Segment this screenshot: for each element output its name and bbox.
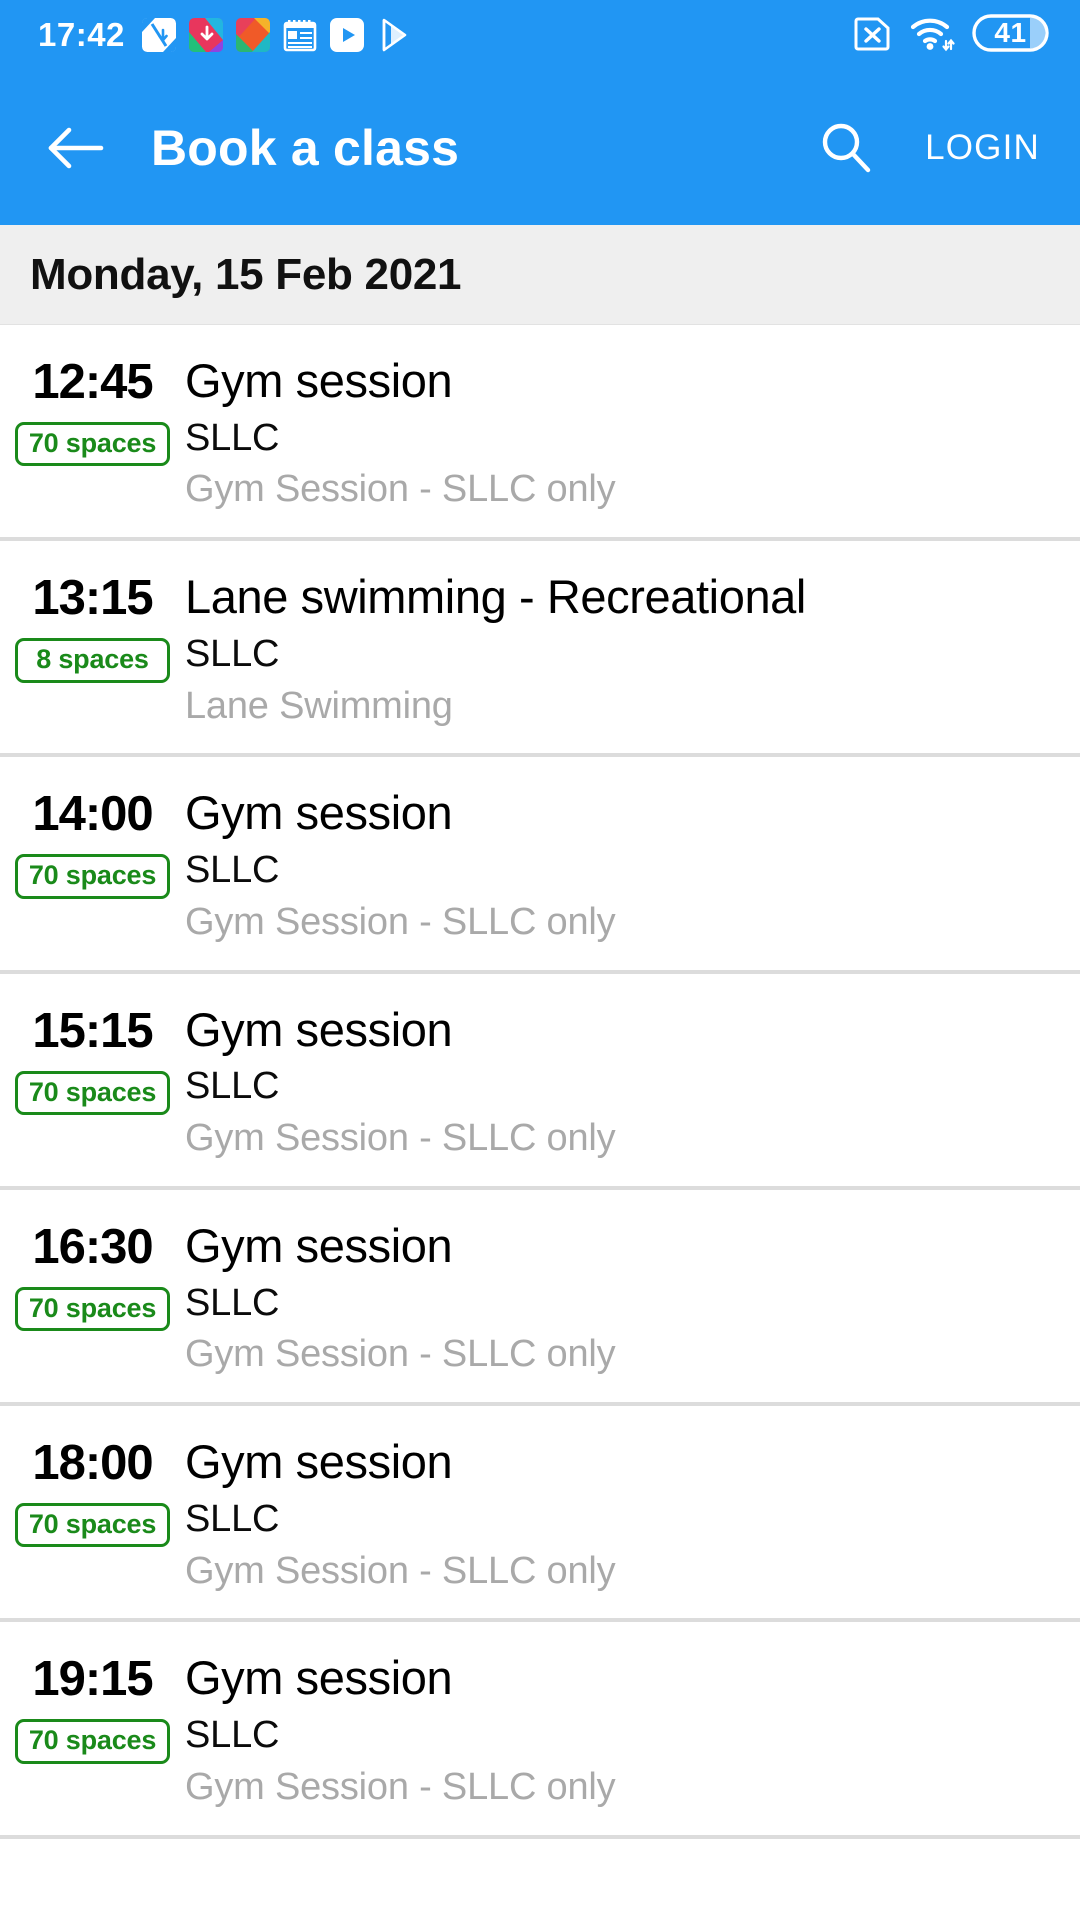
- class-time: 14:00: [32, 787, 153, 842]
- class-row-right: Gym session SLLC Gym Session - SLLC only: [185, 1002, 1060, 1160]
- status-clock: 17:42: [38, 16, 125, 53]
- class-title: Lane swimming - Recreational: [185, 570, 806, 624]
- class-row-right: Gym session SLLC Gym Session - SLLC only: [185, 1218, 1060, 1376]
- play-store-icon: [377, 18, 411, 52]
- class-time: 18:00: [32, 1436, 153, 1491]
- class-description: Gym Session - SLLC only: [185, 1333, 616, 1376]
- date-section-header: Monday, 15 Feb 2021: [0, 225, 1080, 325]
- class-row-left: 15:15 70 spaces: [0, 1004, 185, 1115]
- status-bar-left: 17:42: [38, 16, 411, 54]
- spaces-badge: 70 spaces: [15, 1503, 170, 1548]
- class-row-right: Gym session SLLC Gym Session - SLLC only: [185, 787, 1060, 943]
- spaces-badge: 70 spaces: [15, 1719, 170, 1764]
- status-bar: 17:42 41: [0, 0, 1080, 70]
- class-venue: SLLC: [185, 1497, 280, 1540]
- class-list: 12:45 70 spaces Gym session SLLC Gym Session…: [0, 325, 1080, 1920]
- class-description: Lane Swimming: [185, 684, 453, 727]
- download-manager-icon: [141, 18, 176, 52]
- file-transfer-icon: [188, 18, 223, 52]
- class-row-left: 18:00 70 spaces: [0, 1436, 185, 1548]
- back-button[interactable]: [44, 117, 106, 179]
- date-label: Monday, 15 Feb 2021: [30, 249, 462, 299]
- class-venue: SLLC: [185, 849, 280, 892]
- class-row-left: 12:45 70 spaces: [0, 355, 185, 467]
- class-description: Gym Session - SLLC only: [185, 1765, 616, 1808]
- class-title: Gym session: [185, 1435, 453, 1489]
- wifi-icon: [909, 13, 955, 58]
- class-row[interactable]: 13:15 8 spaces Lane swimming - Recreationa…: [0, 541, 1080, 758]
- battery-level-label: 41: [994, 16, 1027, 48]
- no-sim-icon: [854, 13, 892, 58]
- class-row-right: Gym session SLLC Gym Session - SLLC only: [185, 1435, 1060, 1592]
- search-icon: [822, 123, 871, 172]
- app-bar: Book a class LOGIN: [0, 70, 1080, 225]
- class-row-left: 13:15 8 spaces: [0, 571, 185, 683]
- search-button[interactable]: [810, 113, 880, 183]
- class-row-left: 19:15 70 spaces: [0, 1652, 185, 1764]
- spaces-badge: 8 spaces: [15, 638, 170, 683]
- class-title: Gym session: [185, 1651, 453, 1705]
- class-row-left: 14:00 70 spaces: [0, 787, 185, 899]
- battery-icon: 41: [972, 12, 1054, 59]
- class-row[interactable]: 14:00 70 spaces Gym session SLLC Gym Session…: [0, 757, 1080, 974]
- class-description: Gym Session - SLLC only: [185, 468, 616, 511]
- class-row[interactable]: 15:15 70 spaces Gym session SLLC Gym Session…: [0, 973, 1080, 1190]
- gallery-icon: [235, 18, 270, 52]
- youtube-icon: [329, 18, 364, 52]
- class-title: Gym session: [185, 1218, 453, 1272]
- login-button[interactable]: LOGIN: [925, 128, 1040, 168]
- spaces-badge: 70 spaces: [15, 1070, 170, 1115]
- page-title: Book a class: [151, 119, 460, 176]
- class-row[interactable]: 18:00 70 spaces Gym session SLLC Gym Session…: [0, 1406, 1080, 1623]
- class-row-right: Gym session SLLC Gym Session - SLLC only: [185, 354, 1060, 511]
- class-description: Gym Session - SLLC only: [185, 1549, 616, 1592]
- class-venue: SLLC: [185, 1713, 280, 1756]
- class-venue: SLLC: [185, 416, 280, 459]
- class-time: 13:15: [32, 571, 153, 626]
- class-title: Gym session: [185, 354, 453, 407]
- spaces-badge: 70 spaces: [15, 1286, 170, 1332]
- class-venue: SLLC: [185, 1281, 280, 1324]
- class-description: Gym Session - SLLC only: [185, 1117, 616, 1160]
- class-venue: SLLC: [185, 632, 280, 675]
- spaces-badge: 70 spaces: [15, 421, 170, 467]
- class-title: Gym session: [185, 1002, 453, 1056]
- class-row-right: Lane swimming - Recreational SLLC Lane Swi…: [185, 571, 1060, 727]
- class-row[interactable]: 12:45 70 spaces Gym session SLLC Gym Session…: [0, 325, 1080, 542]
- class-row-left: 16:30 70 spaces: [0, 1219, 185, 1332]
- back-arrow-icon: [48, 127, 104, 168]
- class-time: 19:15: [32, 1652, 153, 1707]
- status-bar-right: 41: [854, 12, 1054, 59]
- spaces-badge: 70 spaces: [15, 854, 170, 899]
- class-time: 15:15: [32, 1003, 153, 1058]
- class-row-right: Gym session SLLC Gym Session - SLLC only: [185, 1652, 1060, 1808]
- class-title: Gym session: [185, 786, 453, 840]
- class-row[interactable]: 16:30 70 spaces Gym session SLLC Gym Session…: [0, 1189, 1080, 1407]
- class-time: 16:30: [32, 1219, 153, 1274]
- class-venue: SLLC: [185, 1065, 280, 1108]
- class-row[interactable]: 19:15 70 spaces Gym session SLLC Gym Session…: [0, 1622, 1080, 1839]
- class-description: Gym Session - SLLC only: [185, 900, 616, 943]
- notes-icon: [283, 18, 317, 52]
- class-time: 12:45: [32, 355, 153, 409]
- app-screen: 17:42 41 Book a class LOGIN Monday, 15 F…: [0, 0, 1080, 1920]
